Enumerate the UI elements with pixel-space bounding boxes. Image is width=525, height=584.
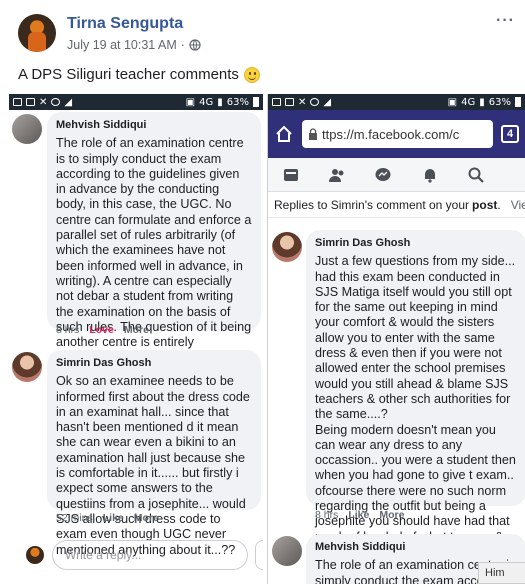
- signal-triangle-icon: ◢: [323, 96, 332, 108]
- status-right: ▣ 4G ▮ 63%: [448, 97, 521, 108]
- url-text: ttps://m.facebook.com/c: [322, 126, 460, 142]
- comment-actions: 8 hrs Like More: [315, 509, 404, 521]
- network-label: 4G: [199, 96, 214, 108]
- left-screenshot[interactable]: ✕ ◢ ▣ 4G ▮ 63% Mehvish Siddiqui The role…: [9, 94, 263, 584]
- comment-bubble: Simrin Das Ghosh Ok so an examinee needs…: [47, 350, 261, 557]
- commenter-avatar[interactable]: [12, 352, 42, 382]
- commenter-name[interactable]: Mehvish Siddiqui: [315, 540, 517, 555]
- commenter-name[interactable]: Simrin Das Ghosh: [56, 356, 252, 371]
- more-button[interactable]: More: [124, 324, 149, 336]
- lock-icon: [309, 128, 317, 140]
- facebook-nav: [268, 158, 525, 192]
- commenter-avatar[interactable]: [272, 232, 302, 262]
- comment-bubble: Mehvish Siddiqui The role of an examinat…: [47, 112, 261, 395]
- author-avatar[interactable]: [18, 14, 56, 52]
- network-label: 4G: [461, 96, 476, 108]
- close-icon: ✕: [298, 96, 307, 108]
- comment-actions: 52 mins Like More: [56, 512, 159, 524]
- browser-bar: ttps://m.facebook.com/c 4: [268, 110, 525, 158]
- status-bar: ✕ ◢ ▣ 4G ▮ 63%: [9, 94, 263, 110]
- status-right: ▣ 4G ▮ 63%: [186, 97, 259, 108]
- chat-head-badge[interactable]: Him: [478, 562, 525, 584]
- replies-banner-post-link[interactable]: post: [472, 198, 497, 212]
- commenter-name[interactable]: Mehvish Siddiqui: [56, 118, 252, 133]
- commenter-avatar[interactable]: [12, 114, 42, 144]
- status-icons: ✕ ◢: [272, 97, 331, 108]
- gallery-icon: [13, 98, 22, 106]
- post-options-button[interactable]: ···: [496, 12, 515, 30]
- globe-icon: [189, 39, 201, 51]
- love-button[interactable]: Love: [89, 324, 114, 336]
- reply-side-button[interactable]: [255, 540, 263, 570]
- post-header: Tirna Sengupta July 19 at 10:31 AM · ···: [0, 0, 525, 60]
- reply-avatar: [26, 546, 44, 564]
- more-button[interactable]: More: [379, 509, 404, 521]
- battery-icon: [515, 97, 521, 107]
- instagram-icon: [310, 98, 320, 106]
- status-bar: ✕ ◢ ▣ 4G ▮ 63%: [268, 94, 525, 110]
- view-link[interactable]: View: [511, 198, 525, 212]
- battery-label: 63%: [226, 96, 249, 108]
- like-button[interactable]: Like: [103, 512, 124, 524]
- comment-time: 8 hrs: [315, 509, 339, 521]
- comment-text: Ok so an examinee needs to be informed f…: [56, 374, 250, 557]
- meta-separator: ·: [180, 38, 185, 52]
- more-button[interactable]: More: [134, 512, 159, 524]
- close-icon: ✕: [39, 96, 48, 108]
- messenger-icon[interactable]: [374, 166, 392, 184]
- comment-actions: 8 hrs Love More: [56, 324, 149, 336]
- smiley-emoji-icon: [243, 66, 260, 83]
- comment-bubble: Simrin Das Ghosh Just a few questions fr…: [306, 230, 525, 584]
- battery-label: 63%: [488, 96, 511, 108]
- commenter-avatar[interactable]: [272, 536, 302, 566]
- comment-time: 8 hrs: [56, 324, 80, 336]
- mail-icon: [26, 98, 35, 106]
- battery-icon: [253, 97, 259, 107]
- post-meta: July 19 at 10:31 AM ·: [67, 38, 201, 52]
- search-icon[interactable]: [467, 166, 485, 184]
- mute-icon: ▣: [185, 96, 196, 108]
- status-icons: ✕ ◢: [13, 97, 72, 108]
- instagram-icon: [51, 98, 61, 106]
- friends-icon[interactable]: [328, 166, 346, 184]
- url-bar[interactable]: ttps://m.facebook.com/c: [302, 120, 493, 148]
- author-name[interactable]: Tirna Sengupta: [67, 15, 183, 33]
- replies-banner-text: Replies to Simrin's comment on your: [274, 197, 470, 212]
- gallery-icon: [272, 98, 281, 106]
- signal-triangle-icon: ◢: [64, 96, 73, 108]
- reply-input[interactable]: Write a reply...: [52, 540, 248, 570]
- tabs-count-button[interactable]: 4: [501, 125, 519, 143]
- commenter-name[interactable]: Simrin Das Ghosh: [315, 236, 517, 251]
- signal-icon: ▮: [479, 96, 485, 108]
- mail-icon: [285, 98, 294, 106]
- post-date[interactable]: July 19 at 10:31 AM: [67, 38, 177, 52]
- news-feed-icon[interactable]: [282, 166, 300, 184]
- signal-icon: ▮: [217, 96, 223, 108]
- comment-time: 52 mins: [56, 512, 93, 524]
- reply-row: Write a reply...: [9, 540, 263, 580]
- replies-banner: Replies to Simrin's comment on your post…: [268, 192, 525, 218]
- notifications-bell-icon[interactable]: [421, 166, 439, 184]
- replies-banner-period: .: [497, 197, 501, 212]
- mute-icon: ▣: [447, 96, 458, 108]
- right-screenshot[interactable]: ✕ ◢ ▣ 4G ▮ 63% ttps://m.facebook.com/c 4: [267, 94, 525, 584]
- home-icon[interactable]: [274, 124, 294, 144]
- post-text-content: A DPS Siliguri teacher comments: [18, 66, 239, 83]
- reply-placeholder: Write a reply...: [65, 548, 142, 562]
- like-button[interactable]: Like: [348, 509, 369, 521]
- post-text: A DPS Siliguri teacher comments: [18, 66, 260, 83]
